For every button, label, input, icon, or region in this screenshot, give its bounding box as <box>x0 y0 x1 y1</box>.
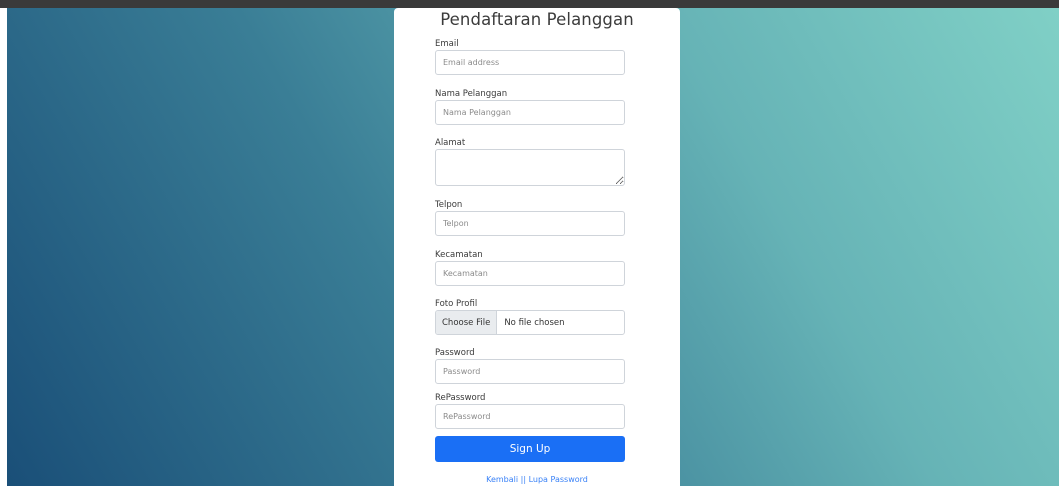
email-label: Email <box>435 39 459 49</box>
telpon-label: Telpon <box>435 200 463 210</box>
password-field[interactable] <box>435 359 625 384</box>
repassword-field[interactable] <box>435 404 625 429</box>
left-edge-strip <box>0 8 7 486</box>
file-status-text: No file chosen <box>504 317 565 328</box>
link-separator: || <box>520 475 527 484</box>
footer-links: Kembali || Lupa Password <box>394 475 680 484</box>
foto-profil-file-input[interactable]: Choose File No file chosen <box>435 310 625 335</box>
email-field[interactable] <box>435 50 625 75</box>
registration-card: Pendaftaran Pelanggan Email Nama Pelangg… <box>394 8 680 486</box>
choose-file-button[interactable]: Choose File <box>436 311 498 334</box>
password-label: Password <box>435 348 475 358</box>
page-title: Pendaftaran Pelanggan <box>440 10 634 29</box>
sign-up-button[interactable]: Sign Up <box>435 436 625 462</box>
window-top-bar <box>0 0 1059 8</box>
kembali-link[interactable]: Kembali <box>486 475 518 484</box>
nama-pelanggan-field[interactable] <box>435 100 625 125</box>
kecamatan-label: Kecamatan <box>435 250 483 260</box>
kecamatan-field[interactable] <box>435 261 625 286</box>
nama-pelanggan-label: Nama Pelanggan <box>435 89 508 99</box>
foto-profil-label: Foto Profil <box>435 299 478 309</box>
telpon-field[interactable] <box>435 211 625 236</box>
lupa-password-link[interactable]: Lupa Password <box>529 475 588 484</box>
repassword-label: RePassword <box>435 393 486 403</box>
alamat-label: Alamat <box>435 138 466 148</box>
alamat-textarea[interactable] <box>435 149 625 186</box>
